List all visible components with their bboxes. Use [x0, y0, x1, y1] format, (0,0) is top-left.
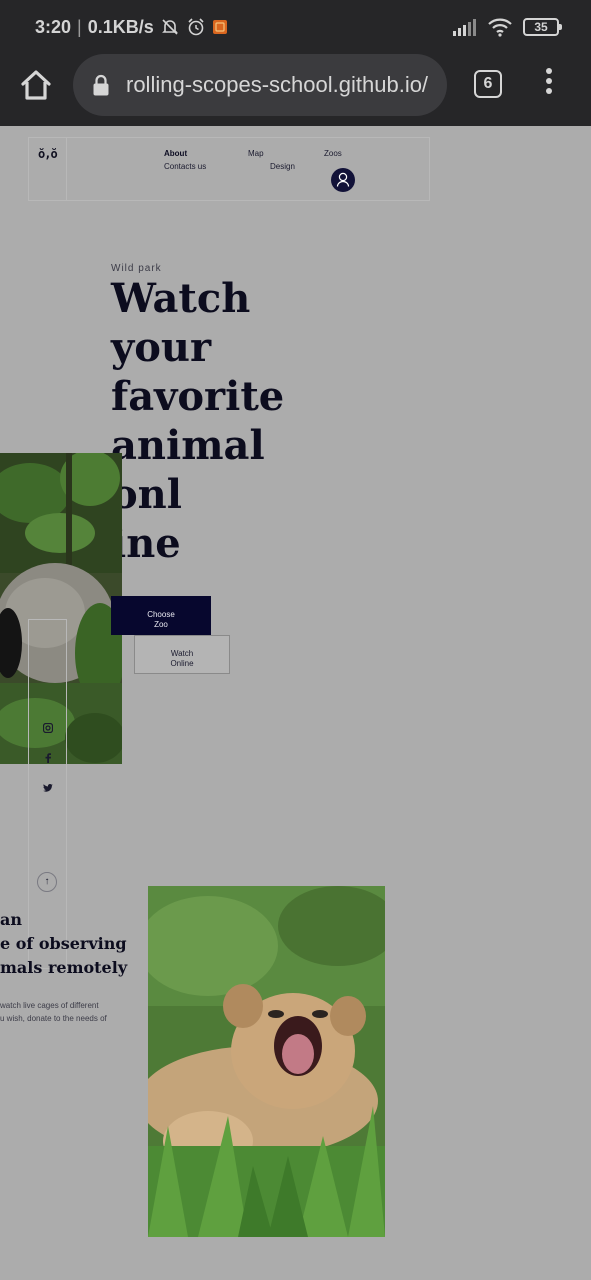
choose-zoo-button[interactable]: Choose Zoo — [111, 596, 211, 635]
status-bar: 3:20 | 0.1KB/s 35 — [0, 0, 591, 54]
hero-title-line: favorite — [111, 373, 285, 420]
tabs-button[interactable]: 6 — [474, 70, 502, 98]
lock-icon — [93, 74, 109, 96]
home-icon[interactable] — [18, 67, 54, 103]
section-title-line: mals remotely — [0, 958, 128, 977]
hero-title-line: Watch — [111, 275, 251, 322]
choose-zoo-label: Zoo — [154, 620, 168, 629]
hero-title: Watch your favorite animal onl ine — [111, 274, 291, 568]
user-icon — [336, 172, 350, 187]
instagram-icon[interactable] — [43, 723, 53, 733]
browser-toolbar: rolling-scopes-school.github.io/ 6 — [0, 54, 591, 126]
section-text-line: watch live cages of different — [0, 1001, 99, 1010]
url-text: rolling-scopes-school.github.io/ — [126, 72, 429, 97]
alarm-clock-icon — [188, 18, 204, 36]
lion-cub-photo — [148, 886, 385, 1237]
nav-contacts[interactable]: Contacts us — [164, 162, 206, 171]
status-left: 3:20 | 0.1KB/s — [35, 15, 228, 39]
section-title-line: an — [0, 910, 22, 929]
nav-design[interactable]: Design — [270, 162, 295, 171]
logo-cell: ŏ,ŏ — [29, 138, 67, 200]
battery-level: 35 — [534, 20, 548, 34]
user-account-button[interactable] — [331, 168, 355, 192]
watch-online-label: Online — [170, 659, 194, 668]
watch-online-button[interactable]: Watch Online — [134, 635, 230, 674]
status-separator: | — [77, 16, 82, 37]
hero-title-line: animal — [111, 422, 265, 469]
battery-icon: 35 — [523, 18, 562, 36]
hero-eyebrow: Wild park — [111, 263, 162, 274]
section-text-line: u wish, donate to the needs of — [0, 1014, 107, 1023]
twitter-icon[interactable] — [43, 783, 53, 793]
nav-zoos[interactable]: Zoos — [324, 149, 342, 158]
mute-bell-icon — [161, 19, 178, 35]
section-title-line: e of observing — [0, 934, 127, 953]
app-notification-icon — [212, 20, 227, 34]
web-page: ŏ,ŏ About Map Zoos Contacts us Design Wi… — [0, 126, 591, 1280]
nav-about[interactable]: About — [164, 149, 187, 158]
choose-zoo-label: Choose — [147, 610, 175, 619]
address-bar[interactable]: rolling-scopes-school.github.io/ — [73, 54, 447, 116]
nav-map[interactable]: Map — [248, 149, 264, 158]
site-logo[interactable]: ŏ,ŏ — [38, 147, 58, 161]
hero-title-line: ine — [111, 520, 181, 567]
section-text: watch live cages of different u wish, do… — [0, 999, 125, 1025]
site-header: ŏ,ŏ About Map Zoos Contacts us Design — [28, 137, 430, 201]
wifi-icon — [488, 18, 512, 37]
status-net-speed: 0.1KB/s — [87, 16, 154, 37]
arrow-up-icon: ↑ — [44, 876, 50, 887]
facebook-icon[interactable] — [43, 753, 53, 763]
signal-icon — [453, 19, 476, 36]
status-time: 3:20 — [35, 16, 72, 37]
menu-dots-icon[interactable] — [538, 68, 560, 100]
hero-title-line: your — [111, 324, 212, 371]
watch-online-label: Watch — [170, 649, 194, 658]
scroll-up-button[interactable]: ↑ — [37, 872, 57, 892]
hero-title-line: onl — [111, 471, 182, 518]
section-title: an e of observing mals remotely — [0, 908, 130, 980]
status-right: 35 — [453, 14, 562, 40]
